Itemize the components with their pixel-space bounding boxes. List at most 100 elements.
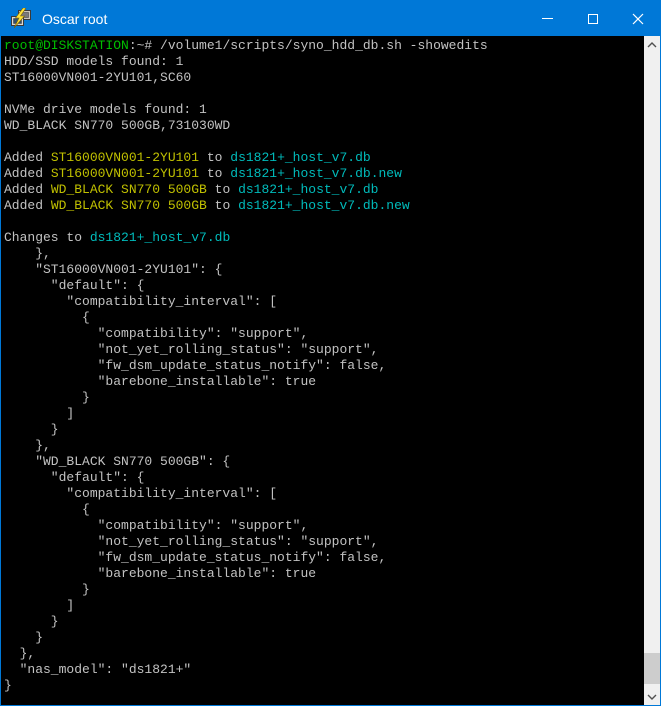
terminal-line: "compatibility": "support", <box>4 518 644 534</box>
window-title: Oscar root <box>42 11 525 27</box>
terminal-line <box>4 134 644 150</box>
scrollbar-trough[interactable] <box>644 53 660 688</box>
window-controls <box>525 1 660 36</box>
terminal-output[interactable]: root@DISKSTATION:~# /volume1/scripts/syn… <box>1 36 644 705</box>
terminal-text-segment: "default": { <box>4 470 144 485</box>
terminal-text-segment: }, <box>4 438 51 453</box>
terminal-line: } <box>4 630 644 646</box>
scrollbar-thumb[interactable] <box>644 653 660 684</box>
terminal-text-segment: Added <box>4 166 51 181</box>
terminal-text-segment: ] <box>4 598 74 613</box>
terminal-text-segment: WD_BLACK SN770 500GB <box>51 182 207 197</box>
terminal-line: "default": { <box>4 278 644 294</box>
scrollbar[interactable] <box>644 36 660 705</box>
close-button[interactable] <box>615 1 660 36</box>
terminal-window: Oscar root root@DISKSTATION:~# /volume1/… <box>0 0 661 706</box>
terminal-line: } <box>4 422 644 438</box>
terminal-line: Added WD_BLACK SN770 500GB to ds1821+_ho… <box>4 182 644 198</box>
terminal-line: }, <box>4 438 644 454</box>
terminal-text-segment: ST16000VN001-2YU101,SC60 <box>4 70 191 85</box>
terminal-text-segment: "not_yet_rolling_status": "support", <box>4 342 378 357</box>
terminal-text-segment: } <box>4 582 90 597</box>
terminal-text-segment: { <box>4 310 90 325</box>
terminal-text-segment: root@DISKSTATION <box>4 38 129 53</box>
terminal-text-segment: Added <box>4 198 51 213</box>
terminal-line: "compatibility": "support", <box>4 326 644 342</box>
terminal-line: "not_yet_rolling_status": "support", <box>4 342 644 358</box>
terminal-text-segment: }, <box>4 246 51 261</box>
terminal-line: "default": { <box>4 470 644 486</box>
maximize-icon <box>588 14 598 24</box>
terminal-line: "barebone_installable": true <box>4 374 644 390</box>
terminal-text-segment: ds1821+_host_v7.db.new <box>230 166 402 181</box>
putty-app-icon[interactable] <box>10 8 32 30</box>
terminal-text-segment: ST16000VN001-2YU101 <box>51 166 199 181</box>
terminal-line <box>4 214 644 230</box>
terminal-line: }, <box>4 246 644 262</box>
terminal-line: "compatibility_interval": [ <box>4 294 644 310</box>
terminal-text-segment: "nas_model": "ds1821+" <box>4 662 191 677</box>
terminal-line: } <box>4 614 644 630</box>
terminal-text-segment: "not_yet_rolling_status": "support", <box>4 534 378 549</box>
scroll-up-button[interactable] <box>644 36 660 53</box>
terminal-text-segment: Changes to <box>4 230 90 245</box>
terminal-line: "ST16000VN001-2YU101": { <box>4 262 644 278</box>
terminal-line: Added WD_BLACK SN770 500GB to ds1821+_ho… <box>4 198 644 214</box>
terminal-line: WD_BLACK SN770 500GB,731030WD <box>4 118 644 134</box>
terminal-text-segment: "default": { <box>4 278 144 293</box>
titlebar[interactable]: Oscar root <box>1 1 660 36</box>
terminal-line: ] <box>4 406 644 422</box>
terminal-line: ] <box>4 598 644 614</box>
terminal-text-segment: "barebone_installable": true <box>4 566 316 581</box>
terminal-line: "barebone_installable": true <box>4 566 644 582</box>
minimize-button[interactable] <box>525 1 570 36</box>
terminal-text-segment: Added <box>4 182 51 197</box>
terminal-text-segment: HDD/SSD models found: 1 <box>4 54 183 69</box>
terminal-text-segment: NVMe drive models found: 1 <box>4 102 207 117</box>
minimize-icon <box>542 18 553 19</box>
terminal-text-segment: { <box>4 502 90 517</box>
terminal-text-segment: ] <box>4 406 74 421</box>
terminal-text-segment: to <box>207 198 238 213</box>
terminal-text-segment: "compatibility": "support", <box>4 326 308 341</box>
terminal-text-segment: ds1821+_host_v7.db <box>230 150 370 165</box>
terminal-text-segment: Added <box>4 150 51 165</box>
terminal-line: Added ST16000VN001-2YU101 to ds1821+_hos… <box>4 166 644 182</box>
terminal-line: "fw_dsm_update_status_notify": false, <box>4 550 644 566</box>
terminal-text-segment: to <box>199 150 230 165</box>
close-icon <box>632 13 644 25</box>
terminal-text-segment: } <box>4 630 43 645</box>
terminal-text-segment: to <box>207 182 238 197</box>
scroll-down-button[interactable] <box>644 688 660 705</box>
terminal-text-segment: "compatibility_interval": [ <box>4 486 277 501</box>
terminal-text-segment: ST16000VN001-2YU101 <box>51 150 199 165</box>
terminal-line: } <box>4 390 644 406</box>
terminal-text-segment: :~# /volume1/scripts/syno_hdd_db.sh -sho… <box>129 38 488 53</box>
terminal-line: Added ST16000VN001-2YU101 to ds1821+_hos… <box>4 150 644 166</box>
terminal-line: { <box>4 310 644 326</box>
terminal-text-segment: "compatibility": "support", <box>4 518 308 533</box>
terminal-line: }, <box>4 646 644 662</box>
terminal-line: "fw_dsm_update_status_notify": false, <box>4 358 644 374</box>
terminal-line: "WD_BLACK SN770 500GB": { <box>4 454 644 470</box>
terminal-line: NVMe drive models found: 1 <box>4 102 644 118</box>
terminal-text-segment: "WD_BLACK SN770 500GB": { <box>4 454 230 469</box>
terminal-line: HDD/SSD models found: 1 <box>4 54 644 70</box>
terminal-text-segment: "fw_dsm_update_status_notify": false, <box>4 358 386 373</box>
terminal-text-segment: WD_BLACK SN770 500GB,731030WD <box>4 118 230 133</box>
terminal-text-segment: ds1821+_host_v7.db <box>238 182 378 197</box>
terminal-line: ST16000VN001-2YU101,SC60 <box>4 70 644 86</box>
terminal-line: } <box>4 678 644 694</box>
terminal-text-segment: "ST16000VN001-2YU101": { <box>4 262 222 277</box>
maximize-button[interactable] <box>570 1 615 36</box>
terminal-line: root@DISKSTATION:~# /volume1/scripts/syn… <box>4 38 644 54</box>
terminal-line: } <box>4 582 644 598</box>
terminal-text-segment: WD_BLACK SN770 500GB <box>51 198 207 213</box>
terminal-text-segment: to <box>199 166 230 181</box>
terminal-text-segment: ds1821+_host_v7.db.new <box>238 198 410 213</box>
terminal-line: "not_yet_rolling_status": "support", <box>4 534 644 550</box>
terminal-line: { <box>4 502 644 518</box>
terminal-text-segment: } <box>4 678 12 693</box>
terminal-text-segment: ds1821+_host_v7.db <box>90 230 230 245</box>
window-body: root@DISKSTATION:~# /volume1/scripts/syn… <box>1 36 660 705</box>
